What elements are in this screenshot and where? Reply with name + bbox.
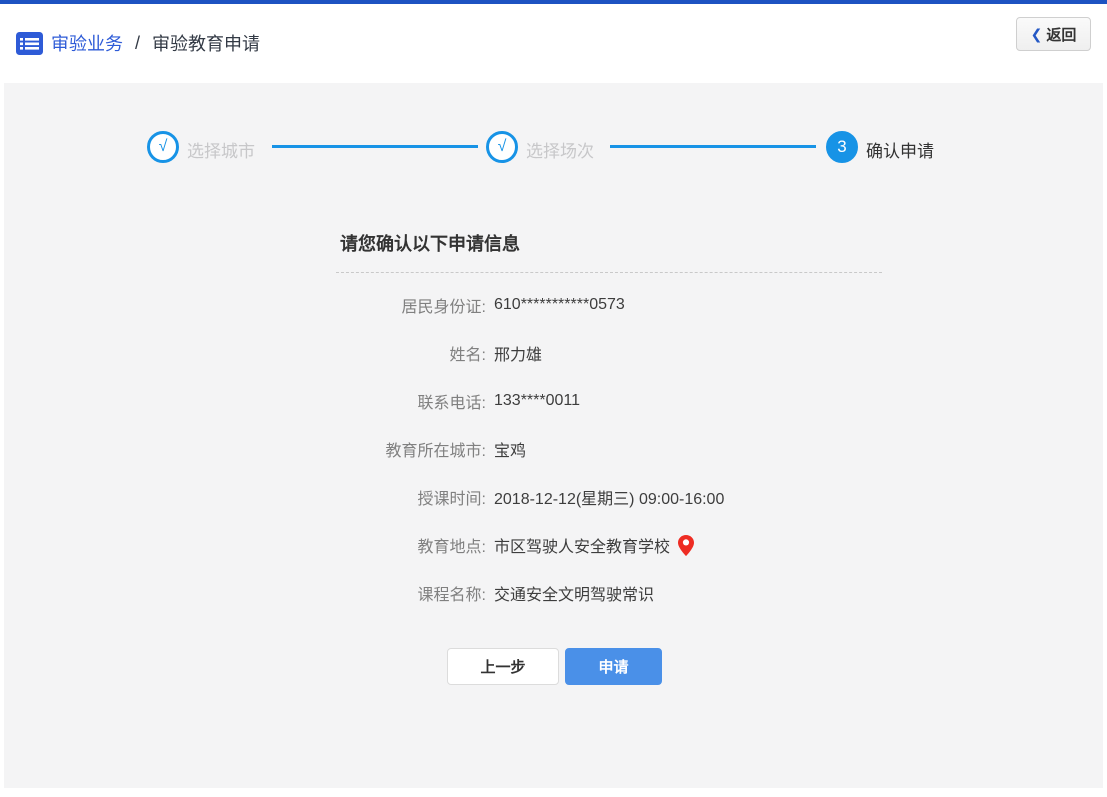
step-2-circle: √: [486, 131, 518, 163]
apply-button[interactable]: 申请: [565, 648, 662, 685]
dashed-divider: [336, 272, 882, 273]
check-icon: √: [159, 138, 168, 156]
chevron-left-icon: ❮: [1031, 26, 1043, 43]
check-icon: √: [498, 138, 507, 156]
field-value: 133****0011: [494, 392, 580, 410]
back-button[interactable]: ❮ 返回: [1016, 17, 1091, 51]
field-label: 教育地点:: [4, 533, 486, 557]
page-header: 审验业务 / 审验教育申请 ❮ 返回: [0, 4, 1107, 82]
form-row-name: 姓名: 邢力雄: [4, 329, 1103, 377]
form-row-class-time: 授课时间: 2018-12-12(星期三) 09:00-16:00: [4, 473, 1103, 521]
form-row-id-card: 居民身份证: 610***********0573: [4, 281, 1103, 329]
field-value: 宝鸡: [494, 437, 526, 461]
field-label: 课程名称:: [4, 581, 486, 605]
previous-step-button[interactable]: 上一步: [447, 648, 559, 685]
list-icon: [16, 32, 43, 55]
back-button-label: 返回: [1046, 24, 1076, 45]
field-label: 居民身份证:: [4, 293, 486, 317]
form-row-location: 教育地点: 市区驾驶人安全教育学校: [4, 521, 1103, 569]
step-1-label: 选择城市: [187, 137, 255, 162]
breadcrumb-separator: /: [135, 33, 140, 54]
step-number: 3: [837, 137, 846, 157]
step-connector-1: [272, 145, 478, 148]
form-row-course: 课程名称: 交通安全文明驾驶常识: [4, 569, 1103, 617]
field-value: 市区驾驶人安全教育学校: [494, 533, 694, 557]
field-value: 邢力雄: [494, 341, 542, 365]
field-value: 610***********0573: [494, 296, 625, 314]
confirm-form: 居民身份证: 610***********0573 姓名: 邢力雄 联系电话: …: [4, 281, 1103, 617]
step-2-label: 选择场次: [526, 137, 594, 162]
field-label: 教育所在城市:: [4, 437, 486, 461]
location-pin-icon[interactable]: [678, 535, 694, 556]
field-label: 授课时间:: [4, 485, 486, 509]
step-3-label: 确认申请: [866, 137, 934, 162]
breadcrumb: 审验业务 / 审验教育申请: [16, 30, 260, 56]
content-panel: √ 选择城市 √ 选择场次 3 确认申请 请您确认以下申请信息 居民身份证: 6…: [4, 83, 1103, 788]
field-label: 姓名:: [4, 341, 486, 365]
page-subtitle: 审验教育申请: [152, 30, 260, 56]
field-value: 交通安全文明驾驶常识: [494, 581, 654, 605]
page-title: 审验业务: [51, 30, 123, 56]
location-text: 市区驾驶人安全教育学校: [494, 533, 670, 557]
field-label: 联系电话:: [4, 389, 486, 413]
confirm-heading: 请您确认以下申请信息: [340, 230, 520, 256]
step-3-circle: 3: [826, 131, 858, 163]
form-row-city: 教育所在城市: 宝鸡: [4, 425, 1103, 473]
step-connector-2: [610, 145, 816, 148]
field-value: 2018-12-12(星期三) 09:00-16:00: [494, 485, 724, 509]
step-1-circle: √: [147, 131, 179, 163]
form-row-phone: 联系电话: 133****0011: [4, 377, 1103, 425]
